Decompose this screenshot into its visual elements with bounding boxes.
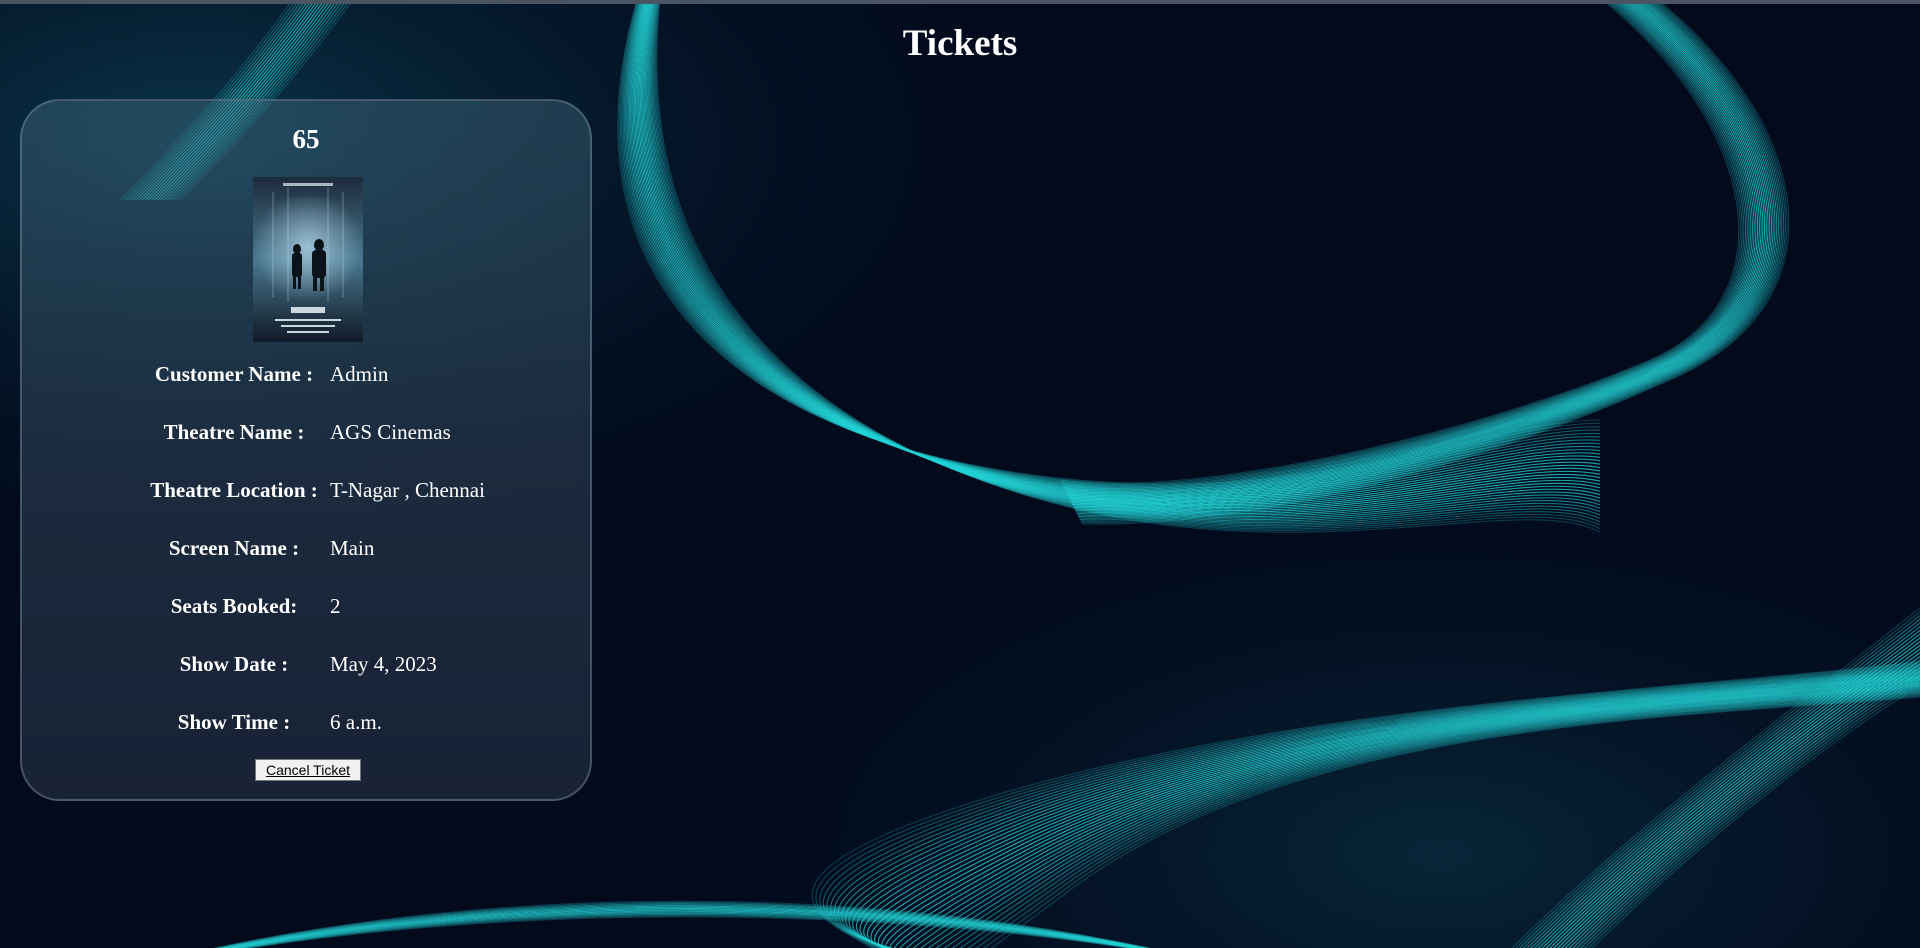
customer-name-row: Customer Name : Admin <box>22 359 590 389</box>
screen-name-row: Screen Name : Main <box>22 533 590 563</box>
ticket-id: 65 <box>292 124 320 154</box>
theatre-location-label: Theatre Location : <box>150 478 318 502</box>
movie-poster-image <box>253 177 363 342</box>
theatre-location-row: Theatre Location : T-Nagar , Chennai <box>22 475 590 505</box>
screen-name-label: Screen Name : <box>168 536 300 560</box>
show-date-row: Show Date : May 4, 2023 <box>22 649 590 679</box>
show-date-value: May 4, 2023 <box>330 652 437 676</box>
theatre-name-row: Theatre Name : AGS Cinemas <box>22 417 590 447</box>
theatre-name-label: Theatre Name : <box>163 420 305 444</box>
show-date-label: Show Date : <box>179 652 289 676</box>
theatre-location-value: T-Nagar , Chennai <box>330 478 485 502</box>
top-border <box>0 0 1920 4</box>
theatre-name-value: AGS Cinemas <box>330 420 451 444</box>
screen-name-value: Main <box>330 536 375 560</box>
seats-booked-row: Seats Booked: 2 <box>22 591 590 621</box>
show-time-label: Show Time : <box>177 710 291 734</box>
customer-name-value: Admin <box>330 362 389 386</box>
seats-booked-value: 2 <box>330 594 341 618</box>
show-time-value: 6 a.m. <box>330 710 382 734</box>
ticket-card: 65 Customer Name: Admin Theatre Name: … <box>20 99 592 801</box>
show-time-row: Show Time : 6 a.m. <box>22 707 590 737</box>
customer-name-label: Customer Name : <box>154 362 314 386</box>
seats-booked-label: Seats Booked: <box>170 594 298 618</box>
cancel-ticket-button[interactable]: Cancel Ticket <box>255 759 361 781</box>
page-title: Tickets <box>902 23 1018 64</box>
